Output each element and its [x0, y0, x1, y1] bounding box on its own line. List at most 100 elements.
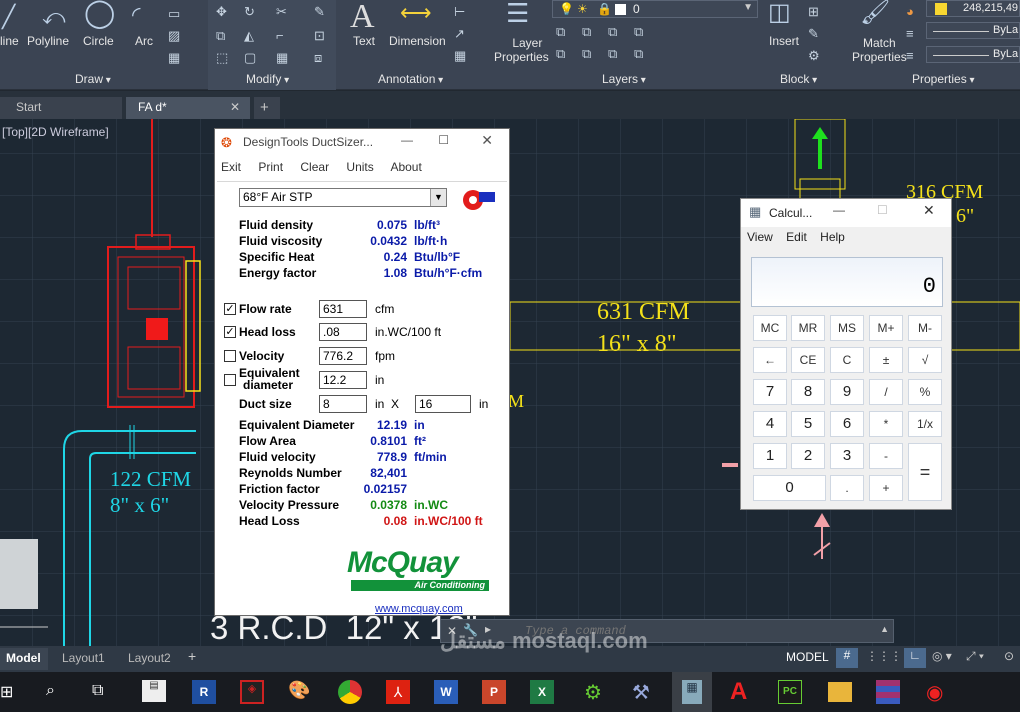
new-tab-button[interactable]: +: [254, 97, 280, 119]
menu-units[interactable]: Units: [346, 160, 373, 174]
viewport-label[interactable]: [Top][2D Wireframe]: [2, 125, 109, 139]
app-icon-3[interactable]: ◈: [240, 680, 264, 704]
scale-icon[interactable]: ▢: [244, 50, 256, 66]
paint-icon[interactable]: 🎨: [288, 680, 310, 701]
command-history-icon[interactable]: ▲: [880, 624, 889, 634]
calc-button[interactable]: 1: [753, 443, 787, 469]
erase-icon[interactable]: ✎: [314, 4, 325, 20]
maximize-button[interactable]: ☐: [877, 203, 888, 217]
explode-icon[interactable]: ⊡: [314, 28, 325, 44]
file-explorer-icon[interactable]: [828, 682, 852, 702]
grid-icon[interactable]: #: [836, 648, 858, 668]
calc-button[interactable]: 4: [753, 411, 787, 437]
menu-exit[interactable]: Exit: [221, 160, 241, 174]
menu-view[interactable]: View: [747, 230, 773, 244]
table-icon[interactable]: ▦: [454, 48, 466, 64]
fluid-select[interactable]: 68°F Air STP ▼: [239, 188, 447, 207]
polar-icon[interactable]: ◎ ▾: [932, 649, 952, 663]
pdf-icon[interactable]: ⅄: [386, 680, 410, 704]
linetype-icon[interactable]: ≡: [906, 26, 914, 41]
insert-tool[interactable]: Insert: [769, 34, 799, 48]
add-layout-button[interactable]: +: [188, 648, 208, 664]
flow-rate-checkbox[interactable]: ✓: [224, 303, 236, 315]
calc-button[interactable]: M+: [869, 315, 903, 341]
text-tool[interactable]: Text: [353, 34, 375, 48]
calc-button[interactable]: -: [869, 443, 903, 469]
calc-button[interactable]: 3: [830, 443, 864, 469]
line-tool[interactable]: line: [0, 34, 19, 48]
menu-clear[interactable]: Clear: [300, 160, 329, 174]
edit-block-icon[interactable]: ✎: [808, 26, 819, 42]
powerpoint-icon[interactable]: P: [482, 680, 506, 704]
calc-button[interactable]: %: [908, 379, 942, 405]
velocity-input[interactable]: 776.2: [319, 347, 367, 365]
fillet-icon[interactable]: ⌐: [276, 28, 284, 43]
calc-button[interactable]: *: [869, 411, 903, 437]
layer-properties-tool[interactable]: Layer Properties: [494, 36, 549, 64]
menu-help[interactable]: Help: [820, 230, 845, 244]
circle-tool[interactable]: Circle: [83, 34, 114, 48]
calc-button-zero[interactable]: 0: [753, 475, 826, 501]
dimension-tool[interactable]: Dimension: [389, 34, 446, 48]
app-icon-green[interactable]: ⚙: [584, 680, 602, 705]
close-button[interactable]: ✕: [481, 132, 493, 149]
match-properties-icon[interactable]: 🖌: [860, 1, 890, 25]
mirror-icon[interactable]: ◭: [244, 28, 254, 44]
annotation-scale-icon[interactable]: ⊙: [1004, 649, 1014, 663]
minimize-button[interactable]: —: [833, 203, 845, 217]
windows-start-icon[interactable]: ⊞: [0, 682, 13, 702]
mcquay-link[interactable]: www.mcquay.com: [375, 603, 463, 615]
panel-layers[interactable]: Layers: [602, 72, 646, 86]
leader-icon[interactable]: ↗: [454, 26, 465, 42]
circle-icon[interactable]: ◯: [84, 0, 115, 27]
calc-button[interactable]: 1/x: [908, 411, 942, 437]
tab-layout2[interactable]: Layout2: [120, 648, 184, 670]
linear-dim-icon[interactable]: ⊢: [454, 4, 465, 20]
ortho-icon[interactable]: ∟: [904, 648, 926, 668]
ductsizer-titlebar[interactable]: ❂ DesignTools DuctSizer... — ☐ ✕: [215, 129, 509, 157]
rectangle-icon[interactable]: ▭: [168, 6, 180, 22]
panel-annotation[interactable]: Annotation: [378, 72, 443, 86]
close-button[interactable]: ✕: [923, 202, 935, 219]
calc-button[interactable]: CE: [791, 347, 825, 373]
layer-tool-4-icon[interactable]: ⧉: [634, 24, 643, 40]
create-block-icon[interactable]: ⊞: [808, 4, 819, 20]
calc-button-equals[interactable]: =: [908, 443, 942, 501]
search-icon[interactable]: ⌕: [46, 682, 55, 700]
calc-button[interactable]: ±: [869, 347, 903, 373]
calc-button[interactable]: √: [908, 347, 942, 373]
hatch-icon[interactable]: ▨: [168, 28, 180, 44]
winrar-icon[interactable]: [876, 680, 900, 704]
word-icon[interactable]: W: [434, 680, 458, 704]
app-icon-last[interactable]: ◉: [926, 680, 943, 705]
calc-button[interactable]: +: [869, 475, 903, 501]
equiv-diameter-input[interactable]: 12.2: [319, 371, 367, 389]
chrome-icon[interactable]: [338, 680, 362, 704]
duct-height-input[interactable]: 16: [415, 395, 471, 413]
attribute-icon[interactable]: ⚙: [808, 48, 820, 64]
gradient-icon[interactable]: ▦: [168, 50, 180, 66]
calc-button[interactable]: 2: [791, 443, 825, 469]
layer-tool-1-icon[interactable]: ⧉: [556, 24, 565, 40]
rotate-icon[interactable]: ↻: [244, 4, 255, 20]
close-tab-icon[interactable]: ✕: [230, 100, 240, 114]
calculator-titlebar[interactable]: ▦ Calcul... — ☐ ✕: [741, 199, 951, 227]
menu-print[interactable]: Print: [258, 160, 283, 174]
layer-tool-2-icon[interactable]: ⧉: [582, 24, 591, 40]
app-icon-1[interactable]: ▤: [142, 680, 166, 702]
line-icon[interactable]: ╱: [2, 6, 15, 28]
calc-button[interactable]: MS: [830, 315, 864, 341]
maximize-button[interactable]: ☐: [438, 133, 449, 147]
menu-edit[interactable]: Edit: [786, 230, 807, 244]
equiv-diameter-checkbox[interactable]: [224, 374, 236, 386]
calc-button[interactable]: M-: [908, 315, 942, 341]
arc-tool[interactable]: Arc: [135, 34, 153, 48]
calc-button[interactable]: 5: [791, 411, 825, 437]
flow-rate-input[interactable]: 631: [319, 300, 367, 318]
minimize-button[interactable]: —: [401, 133, 413, 147]
layer-tool-7-icon[interactable]: ⧉: [608, 46, 617, 62]
calc-button[interactable]: MC: [753, 315, 787, 341]
stretch-icon[interactable]: ⬚: [216, 50, 228, 66]
panel-block[interactable]: Block: [780, 72, 817, 86]
text-icon[interactable]: A: [350, 0, 375, 34]
